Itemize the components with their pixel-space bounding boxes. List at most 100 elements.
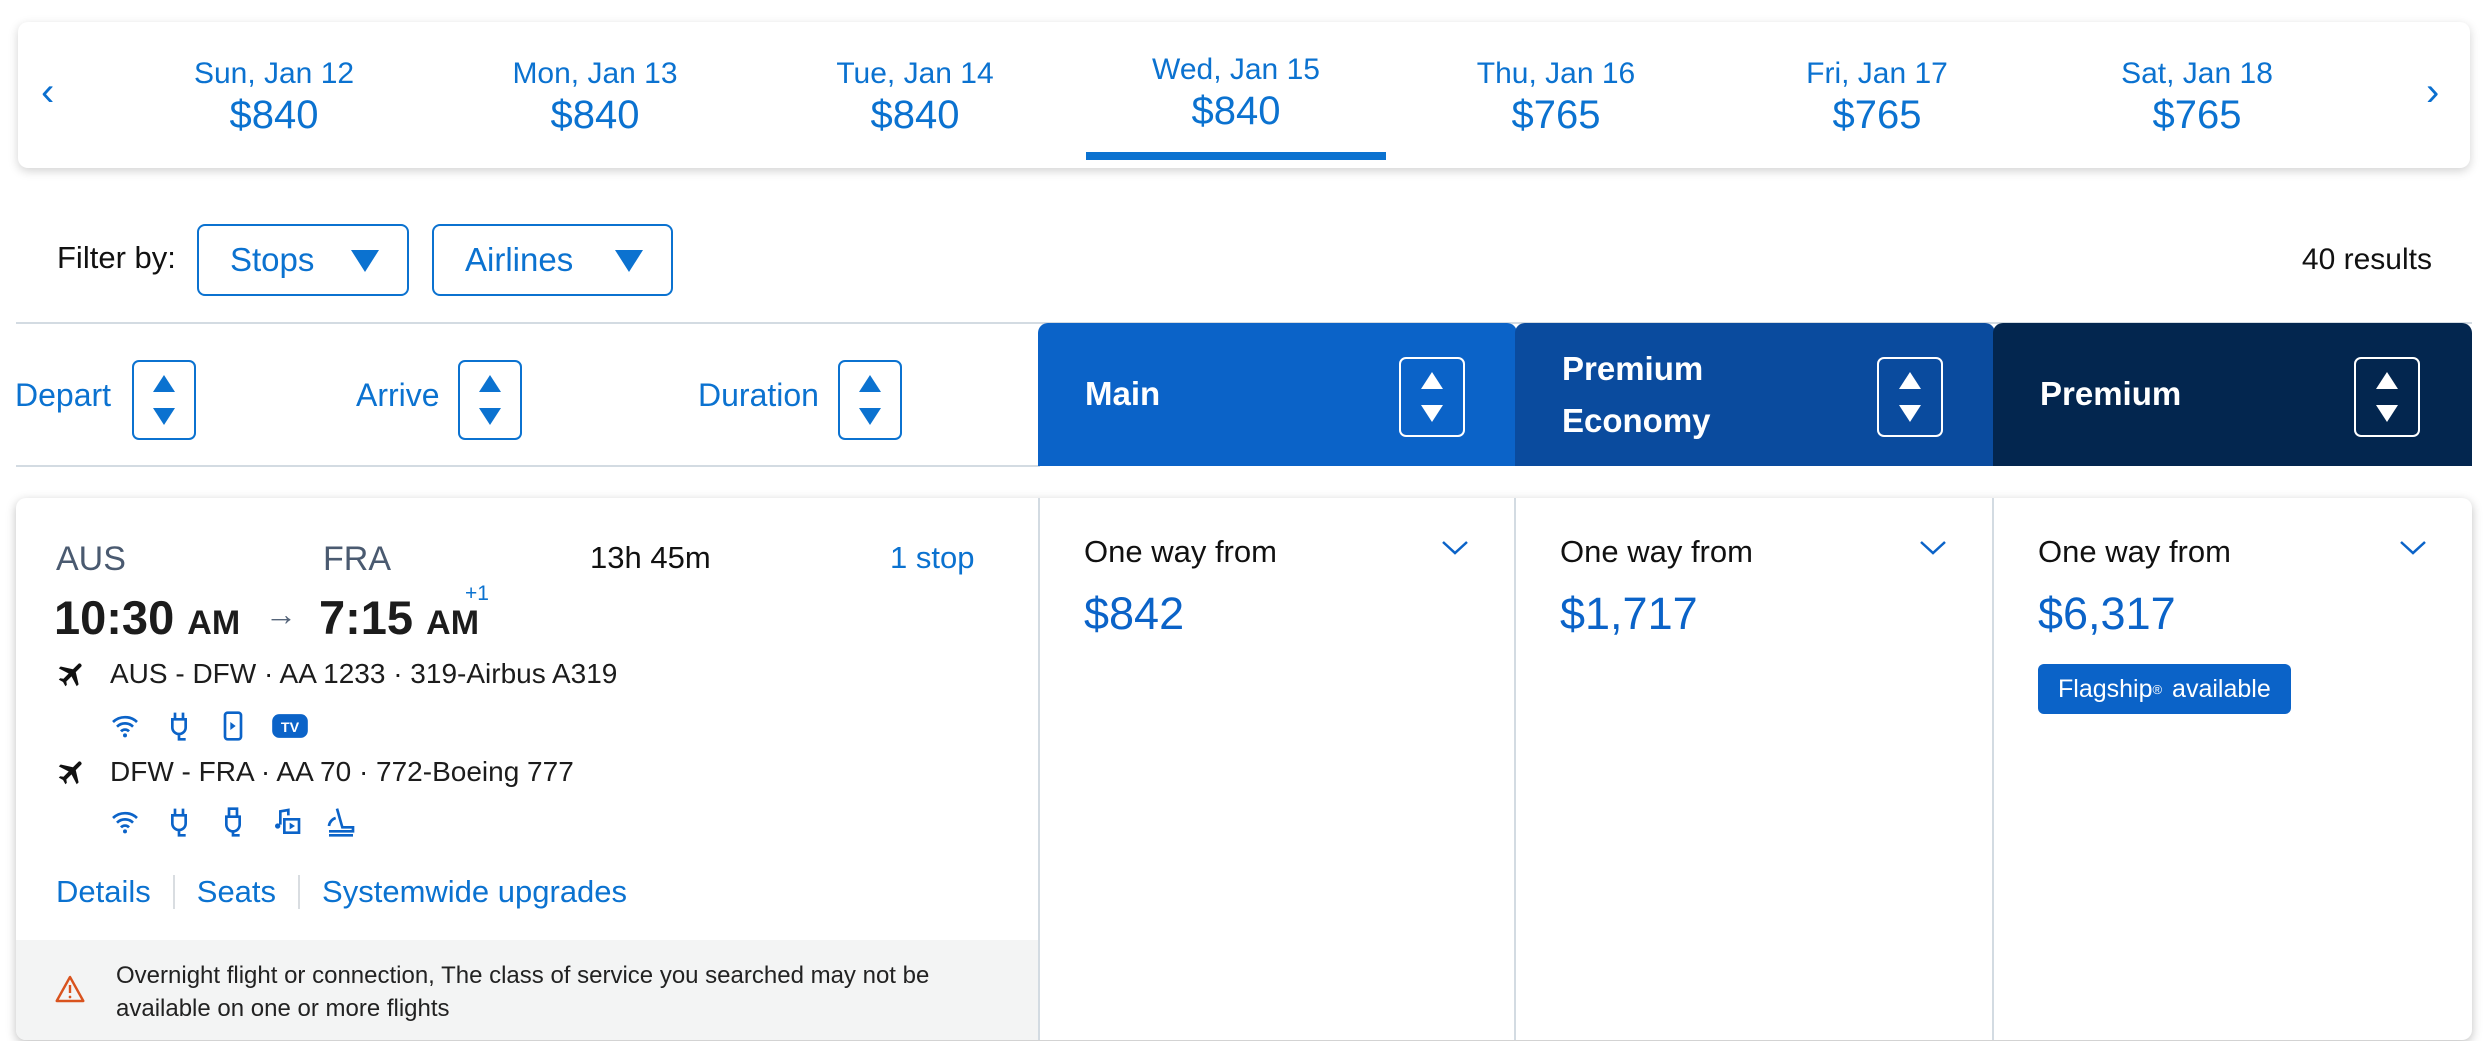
link-separator xyxy=(298,875,301,909)
sort-up-icon xyxy=(479,375,501,392)
sort-up-icon xyxy=(2376,372,2398,389)
systemwide-upgrades-link[interactable]: Systemwide upgrades xyxy=(322,874,627,910)
details-link[interactable]: Details xyxy=(56,874,151,910)
tv-icon: TV xyxy=(272,714,308,738)
entertainment-icon xyxy=(275,808,301,834)
sort-arrive-button[interactable] xyxy=(458,360,522,440)
sort-down-icon xyxy=(153,408,175,425)
sort-down-icon xyxy=(1899,405,1921,422)
sort-arrive-label[interactable]: Arrive xyxy=(356,377,440,414)
wifi-icon xyxy=(112,715,138,738)
date-price: $840 xyxy=(550,93,640,137)
arrow-right-icon: → xyxy=(265,596,297,632)
divider xyxy=(16,465,1040,467)
badge-text-rest: available xyxy=(2165,674,2271,703)
stops-filter-dropdown[interactable]: Stops xyxy=(197,224,409,296)
day-offset: +1 xyxy=(465,582,489,605)
date-option[interactable]: Fri, Jan 17 $765 xyxy=(1727,56,2027,138)
flight-result-card: AUS FRA 13h 45m 1 stop 10:30 AM → 7:15 A… xyxy=(16,498,2472,1040)
sort-duration-button[interactable] xyxy=(838,360,902,440)
airplane-icon xyxy=(58,761,82,785)
wifi-icon xyxy=(112,811,138,834)
fare-from-label: One way from xyxy=(1084,534,1277,569)
sort-up-icon xyxy=(859,375,881,392)
fare-from-label: One way from xyxy=(2038,534,2231,569)
flight-links: Details Seats Systemwide upgrades xyxy=(56,874,627,910)
cabin-header-premium[interactable]: Premium xyxy=(1993,323,2472,466)
date-label: Tue, Jan 14 xyxy=(836,57,994,90)
arrive-ampm: AM xyxy=(426,604,480,642)
depart-ampm: AM xyxy=(187,604,241,642)
sort-duration-label[interactable]: Duration xyxy=(698,377,819,414)
date-label: Mon, Jan 13 xyxy=(512,57,678,90)
chevron-down-icon[interactable] xyxy=(2398,538,2428,558)
tv-icon-label: TV xyxy=(281,720,300,736)
sort-depart-button[interactable] xyxy=(132,360,196,440)
airlines-filter-dropdown[interactable]: Airlines xyxy=(432,224,673,296)
cabin-label: Main xyxy=(1085,375,1161,412)
power-icon xyxy=(171,712,187,741)
sort-up-icon xyxy=(153,375,175,392)
results-count: 40 results xyxy=(2301,243,2432,276)
date-option[interactable]: Sun, Jan 12 $840 xyxy=(124,56,424,138)
sort-down-icon xyxy=(479,408,501,425)
sort-down-icon xyxy=(859,408,881,425)
date-label: Fri, Jan 17 xyxy=(1806,57,1948,90)
segment-text: AUS - DFW · AA 1233 · 319-Airbus A319 xyxy=(110,658,618,689)
seats-link[interactable]: Seats xyxy=(197,874,276,910)
sort-down-icon xyxy=(1421,405,1443,422)
segment-text: DFW - FRA · AA 70 · 772-Boeing 777 xyxy=(110,756,574,787)
lie-flat-seat-icon xyxy=(327,808,355,837)
cabin-label: Premium xyxy=(2040,375,2182,412)
fare-premium-economy[interactable]: One way from $1,717 xyxy=(1516,498,1992,1040)
origin-airport: AUS xyxy=(56,540,126,578)
selected-date-indicator xyxy=(1086,152,1386,160)
previous-dates-button[interactable]: ‹ xyxy=(41,72,54,112)
fare-main[interactable]: One way from $842 xyxy=(1040,498,1514,1040)
stops-filter-label: Stops xyxy=(230,241,315,278)
cabin-header-main[interactable]: Main xyxy=(1038,323,1517,466)
date-option-selected[interactable]: Wed, Jan 15 $840 xyxy=(1086,52,1386,134)
date-option[interactable]: Tue, Jan 14 $840 xyxy=(765,56,1065,138)
date-option[interactable]: Thu, Jan 16 $765 xyxy=(1406,56,1706,138)
sort-main-button[interactable] xyxy=(1399,357,1465,437)
arrive-time-value: 7:15 xyxy=(319,591,414,644)
filter-label: Filter by: xyxy=(57,240,176,275)
cabin-header-premium-economy[interactable]: Premium Economy xyxy=(1515,323,1995,466)
registered-mark: ® xyxy=(2152,681,2163,697)
flight-duration: 13h 45m xyxy=(590,540,711,575)
date-option[interactable]: Mon, Jan 13 $840 xyxy=(445,56,745,138)
caret-down-icon xyxy=(615,250,643,272)
warning-banner: Overnight flight or connection, The clas… xyxy=(16,940,1040,1040)
date-price: $840 xyxy=(1191,89,1281,133)
flight-segment: AUS - DFW · AA 1233 · 319-Airbus A319 xyxy=(56,658,617,690)
sort-premium-button[interactable] xyxy=(2354,357,2420,437)
stops-link[interactable]: 1 stop xyxy=(890,540,974,576)
sort-premium-economy-button[interactable] xyxy=(1877,357,1943,437)
date-label: Sat, Jan 18 xyxy=(2121,57,2273,90)
warning-text: Overnight flight or connection, The clas… xyxy=(116,962,930,1022)
date-price: $765 xyxy=(1832,93,1922,137)
destination-airport: FRA xyxy=(323,540,391,578)
date-option[interactable]: Sat, Jan 18 $765 xyxy=(2047,56,2347,138)
sort-up-icon xyxy=(1421,372,1443,389)
arrive-time: 7:15 AM xyxy=(319,590,479,645)
date-selector: ‹ Sun, Jan 12 $840 Mon, Jan 13 $840 Tue,… xyxy=(18,22,2470,168)
streaming-phone-icon xyxy=(223,711,243,741)
fare-premium[interactable]: One way from $6,317 Flagship ® available xyxy=(1994,498,2472,1040)
amenities-list xyxy=(109,806,357,838)
sort-up-icon xyxy=(1899,372,1921,389)
date-price: $765 xyxy=(1511,93,1601,137)
date-label: Sun, Jan 12 xyxy=(193,57,355,90)
sort-depart-label[interactable]: Depart xyxy=(15,377,111,414)
cabin-label: Premium Economy xyxy=(1562,343,1711,447)
caret-down-icon xyxy=(351,250,379,272)
chevron-down-icon[interactable] xyxy=(1440,538,1470,558)
next-dates-button[interactable]: › xyxy=(2426,72,2439,112)
date-label: Wed, Jan 15 xyxy=(1152,53,1320,86)
amenities-list: TV xyxy=(109,710,309,742)
chevron-down-icon[interactable] xyxy=(1918,538,1948,558)
badge-text: Flagship xyxy=(2058,674,2153,703)
cabin-label-line: Economy xyxy=(1562,402,1711,439)
sort-down-icon xyxy=(2376,405,2398,422)
